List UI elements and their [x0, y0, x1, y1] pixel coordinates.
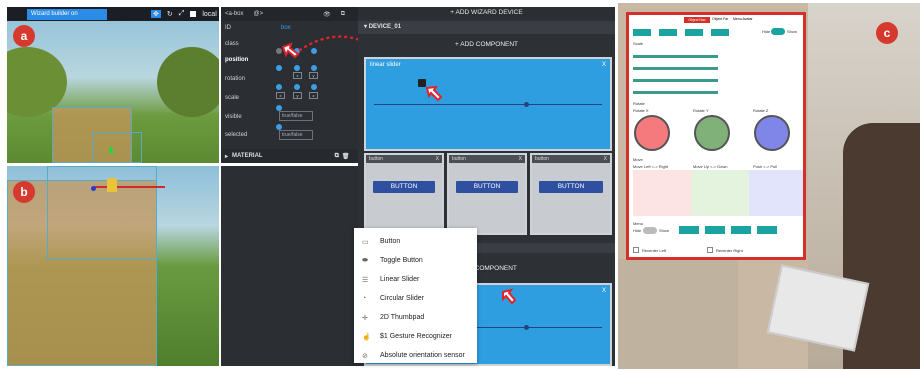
menu-item-orientation[interactable]: ⊘ Absolute orientation sensor — [354, 346, 477, 365]
menu-item-circular-slider[interactable]: ◔ Circular Slider — [354, 289, 477, 308]
menu-button-2[interactable] — [705, 226, 725, 234]
recenter-right-label: Recenter Right — [716, 248, 743, 253]
move-ud-label: Move Up <-> Down — [693, 164, 728, 169]
rotate-y-label: Rotate Y — [693, 108, 709, 113]
thumbpad-icon: ✛ — [362, 314, 368, 322]
rotate-x-label: Rotate X — [633, 108, 649, 113]
photo-panel: Object Nav Object Far Menu Avatar Hide S… — [618, 3, 920, 369]
label-c: c — [876, 22, 898, 44]
cursor-arrow-icon — [281, 42, 300, 59]
top-button-3[interactable] — [685, 29, 703, 36]
menu-label-gesture: $1 Gesture Recognizer — [380, 333, 452, 340]
cursor-arrow-icon-2 — [425, 85, 443, 102]
linear-slider-icon: ☰ — [362, 276, 369, 284]
circular-slider-icon: ◔ — [362, 295, 367, 302]
menu-toggle[interactable] — [643, 227, 657, 234]
scale-slider-3[interactable] — [633, 79, 718, 82]
menu-label-thumbpad: 2D Thumbpad — [380, 314, 425, 321]
scale-slider-1[interactable] — [633, 55, 718, 58]
rotate-label: Rotate — [633, 101, 645, 106]
menu-button-1[interactable] — [679, 226, 699, 234]
menu-hide-label: Hide — [633, 228, 642, 233]
button-icon: ▭ — [362, 238, 369, 246]
toggle-icon: ⬬ — [362, 256, 368, 264]
move-pp-label: Push <-> Pull — [753, 164, 778, 169]
move-lr-pad[interactable] — [633, 170, 691, 216]
menu-label-circular: Circular Slider — [380, 295, 424, 302]
tab-menu-avatar[interactable]: Menu Avatar — [733, 17, 753, 21]
menu-show-label: Show — [659, 228, 670, 233]
scale-label: Scale — [633, 41, 644, 46]
move-lr-label: Move Left <-> Right — [633, 164, 669, 169]
scale-slider-4[interactable] — [633, 91, 718, 94]
component-menu: ▭ Button ⬬ Toggle Button ☰ Linear Slider ◔ C… — [354, 228, 477, 363]
top-button-1[interactable] — [633, 29, 651, 36]
rotate-z-dial[interactable] — [754, 115, 790, 151]
hide-show-toggle[interactable] — [771, 28, 785, 35]
move-pp-pad[interactable] — [749, 170, 803, 216]
menu-label: Menu — [633, 221, 644, 226]
menu-button-4[interactable] — [757, 226, 777, 234]
menu-item-gesture[interactable]: ☝ $1 Gesture Recognizer — [354, 327, 477, 346]
menu-button-3[interactable] — [731, 226, 751, 234]
menu-label-toggle: Toggle Button — [380, 257, 423, 264]
menu-label-linear: Linear Slider — [380, 276, 420, 283]
move-ud-pad[interactable] — [691, 170, 749, 216]
move-label: Move — [633, 157, 643, 162]
rotate-z-label: Rotate Z — [753, 108, 769, 113]
menu-item-button[interactable]: ▭ Button — [354, 232, 477, 251]
hide-label: Hide — [762, 29, 771, 34]
rotate-y-dial[interactable] — [694, 115, 730, 151]
menu-item-linear-slider[interactable]: ☰ Linear Slider — [354, 270, 477, 289]
orientation-icon: ⊘ — [362, 352, 368, 360]
scale-slider-2[interactable] — [633, 67, 718, 70]
recenter-left-checkbox[interactable] — [633, 247, 639, 253]
top-button-4[interactable] — [711, 29, 729, 36]
menu-label-button: Button — [380, 238, 401, 245]
tab-object-far[interactable]: Object Far — [712, 17, 728, 21]
gesture-icon: ☝ — [362, 333, 371, 341]
recenter-right-checkbox[interactable] — [707, 247, 713, 253]
show-label: Show — [787, 29, 798, 34]
menu-item-toggle[interactable]: ⬬ Toggle Button — [354, 251, 477, 270]
menu-label-orientation: Absolute orientation sensor — [380, 352, 465, 359]
recenter-left-label: Recenter Left — [642, 248, 667, 253]
tablet-interface: Object Nav Object Far Menu Avatar Hide S… — [626, 12, 806, 260]
tab-object-nav[interactable]: Object Nav — [684, 17, 710, 23]
top-button-2[interactable] — [659, 29, 677, 36]
cursor-arrow-icon-3 — [502, 288, 517, 305]
rotate-x-dial[interactable] — [634, 115, 670, 151]
menu-item-thumbpad[interactable]: ✛ 2D Thumbpad — [354, 308, 477, 327]
